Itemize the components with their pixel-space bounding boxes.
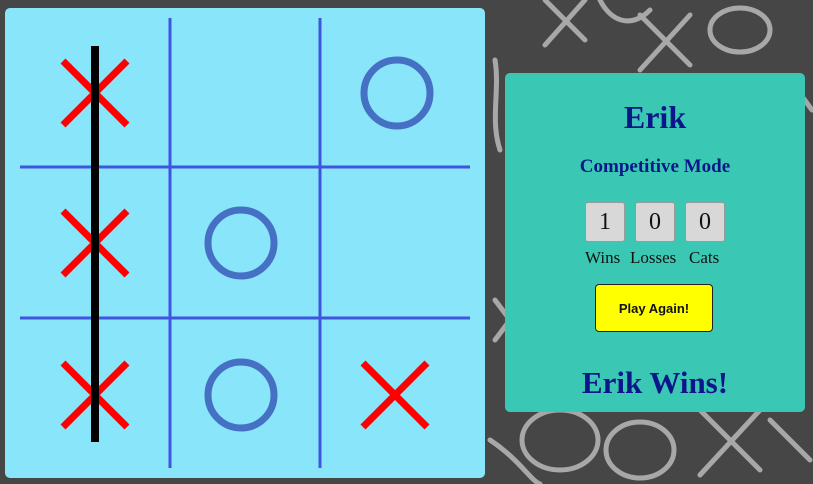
game-result: Erik Wins! xyxy=(581,365,729,400)
board-cell-8[interactable] xyxy=(173,323,317,467)
losses-label: Losses xyxy=(630,248,677,267)
board-cell-9[interactable] xyxy=(323,323,467,467)
wins-label: Wins xyxy=(585,248,621,267)
play-again-button[interactable]: Play Again! xyxy=(595,284,713,332)
losses-count: 0 xyxy=(635,202,675,242)
game-mode-label: Competitive Mode xyxy=(579,156,731,177)
board-cell-5[interactable] xyxy=(173,171,317,315)
wins-count: 1 xyxy=(585,202,625,242)
board-cell-6[interactable] xyxy=(323,171,467,315)
board-cell-2[interactable] xyxy=(173,21,317,165)
board-grid xyxy=(20,18,470,468)
cats-count: 0 xyxy=(685,202,725,242)
cats-label: Cats xyxy=(689,248,720,267)
player-name: Erik xyxy=(623,99,687,135)
game-board xyxy=(5,8,485,478)
player-panel: Erik Competitive Mode 1 0 0 Wins Losses … xyxy=(505,73,805,412)
board-cell-3[interactable] xyxy=(323,21,467,165)
